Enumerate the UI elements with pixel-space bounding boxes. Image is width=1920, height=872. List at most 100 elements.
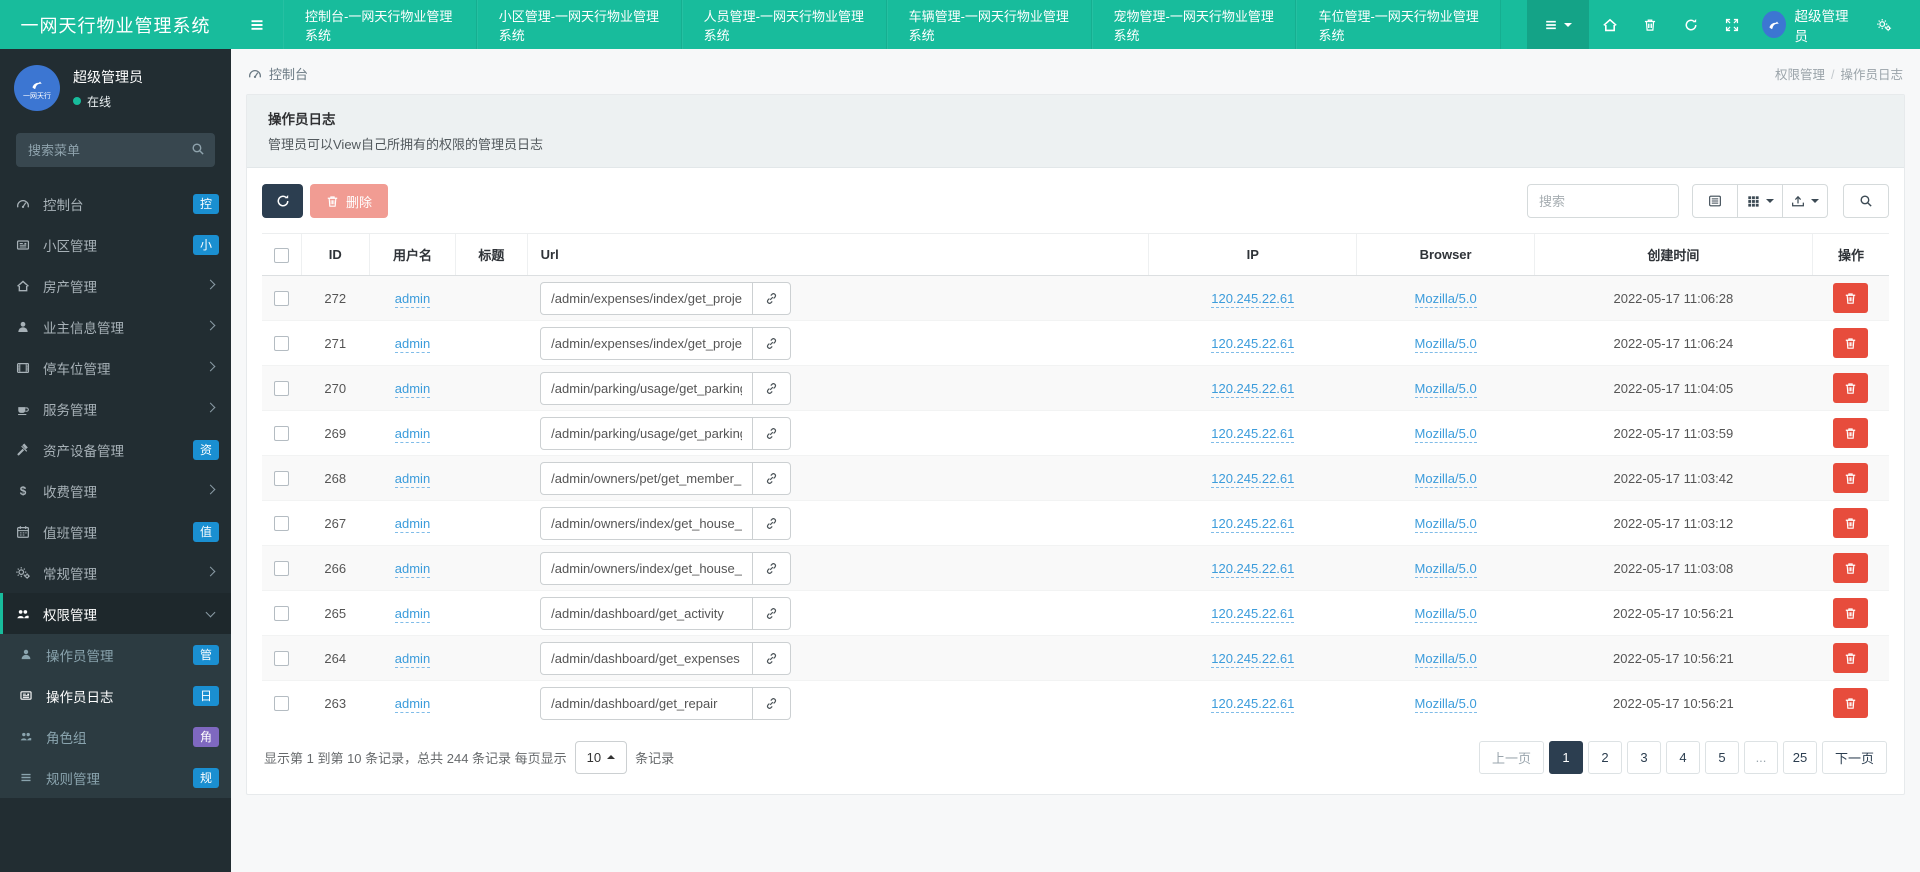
row-checkbox[interactable]: [274, 471, 290, 487]
row-delete-button[interactable]: [1833, 508, 1869, 538]
username-link[interactable]: admin: [394, 425, 431, 443]
browser-link[interactable]: Mozilla/5.0: [1414, 650, 1477, 668]
url-input[interactable]: [540, 551, 754, 585]
open-url-button[interactable]: [752, 326, 792, 360]
open-url-button[interactable]: [752, 551, 792, 585]
sidebar-item-owner-info[interactable]: 业主信息管理: [0, 306, 231, 347]
navbar-tab-parking[interactable]: 车位管理-一网天行物业管理系统: [1296, 0, 1502, 49]
row-checkbox[interactable]: [274, 606, 290, 622]
row-checkbox[interactable]: [274, 651, 290, 667]
browser-link[interactable]: Mozilla/5.0: [1414, 425, 1477, 443]
sidebar-item-operator-log[interactable]: 操作员日志日: [0, 675, 231, 716]
sidebar-item-service[interactable]: 服务管理: [0, 388, 231, 429]
page-size-select[interactable]: 10: [574, 740, 628, 774]
delete-button[interactable]: 删除: [310, 184, 389, 218]
url-input[interactable]: [540, 641, 754, 675]
url-input[interactable]: [540, 686, 754, 720]
browser-link[interactable]: Mozilla/5.0: [1414, 515, 1477, 533]
row-checkbox[interactable]: [274, 336, 290, 352]
page-button-3[interactable]: 3: [1626, 740, 1661, 774]
row-delete-button[interactable]: [1833, 418, 1869, 448]
navbar-tab-personnel[interactable]: 人员管理-一网天行物业管理系统: [681, 0, 887, 49]
columns-button[interactable]: [1737, 184, 1783, 218]
row-checkbox[interactable]: [274, 561, 290, 577]
username-link[interactable]: admin: [394, 560, 431, 578]
browser-link[interactable]: Mozilla/5.0: [1414, 470, 1477, 488]
browser-link[interactable]: Mozilla/5.0: [1414, 290, 1477, 308]
row-delete-button[interactable]: [1833, 283, 1869, 313]
ip-link[interactable]: 120.245.22.61: [1211, 650, 1295, 668]
username-link[interactable]: admin: [394, 290, 431, 308]
settings-button[interactable]: [1863, 0, 1904, 49]
browser-link[interactable]: Mozilla/5.0: [1414, 695, 1477, 713]
sidebar-item-community[interactable]: 小区管理小: [0, 224, 231, 265]
sidebar-item-role-group[interactable]: 角色组角: [0, 716, 231, 757]
url-input[interactable]: [540, 416, 754, 450]
url-input[interactable]: [540, 281, 754, 315]
sidebar-item-fees[interactable]: 收费管理: [0, 470, 231, 511]
username-link[interactable]: admin: [394, 650, 431, 668]
sidebar-item-permissions[interactable]: 权限管理: [0, 593, 231, 634]
search-button[interactable]: [1843, 184, 1889, 218]
browser-link[interactable]: Mozilla/5.0: [1414, 335, 1477, 353]
navbar-tab-pet[interactable]: 宠物管理-一网天行物业管理系统: [1091, 0, 1297, 49]
sidebar-item-operator-management[interactable]: 操作员管理管: [0, 634, 231, 675]
table-search-input[interactable]: [1527, 184, 1679, 218]
sidebar-item-property[interactable]: 房产管理: [0, 265, 231, 306]
ip-link[interactable]: 120.245.22.61: [1211, 605, 1295, 623]
row-delete-button[interactable]: [1833, 553, 1869, 583]
url-input[interactable]: [540, 461, 754, 495]
username-link[interactable]: admin: [394, 515, 431, 533]
username-link[interactable]: admin: [394, 605, 431, 623]
sidebar-item-parking-space[interactable]: 停车位管理: [0, 347, 231, 388]
page-button-5[interactable]: 5: [1704, 740, 1739, 774]
url-input[interactable]: [540, 326, 754, 360]
ip-link[interactable]: 120.245.22.61: [1211, 560, 1295, 578]
username-link[interactable]: admin: [394, 380, 431, 398]
url-input[interactable]: [540, 506, 754, 540]
fullscreen-button[interactable]: [1711, 0, 1752, 49]
ip-link[interactable]: 120.245.22.61: [1211, 425, 1295, 443]
row-delete-button[interactable]: [1833, 463, 1869, 493]
url-input[interactable]: [540, 596, 754, 630]
row-delete-button[interactable]: [1833, 373, 1869, 403]
home-button[interactable]: [1589, 0, 1630, 49]
ip-link[interactable]: 120.245.22.61: [1211, 380, 1295, 398]
ip-link[interactable]: 120.245.22.61: [1211, 290, 1295, 308]
row-checkbox[interactable]: [274, 291, 290, 307]
sidebar-item-rule-management[interactable]: 规则管理规: [0, 757, 231, 798]
username-link[interactable]: admin: [394, 695, 431, 713]
username-link[interactable]: admin: [394, 470, 431, 488]
navbar-tab-community[interactable]: 小区管理-一网天行物业管理系统: [476, 0, 682, 49]
sidebar-toggle-button[interactable]: [231, 0, 283, 49]
row-delete-button[interactable]: [1833, 328, 1869, 358]
page-button-1[interactable]: 1: [1548, 740, 1583, 774]
open-url-button[interactable]: [752, 416, 792, 450]
ip-link[interactable]: 120.245.22.61: [1211, 470, 1295, 488]
refresh-button[interactable]: [262, 184, 303, 218]
row-checkbox[interactable]: [274, 381, 290, 397]
export-button[interactable]: [1782, 184, 1828, 218]
navbar-tab-console[interactable]: 控制台-一网天行物业管理系统: [283, 0, 477, 49]
detail-view-button[interactable]: [1692, 184, 1738, 218]
sidebar-item-assets[interactable]: 资产设备管理资: [0, 429, 231, 470]
row-checkbox[interactable]: [274, 696, 290, 712]
row-checkbox[interactable]: [274, 516, 290, 532]
open-url-button[interactable]: [752, 686, 792, 720]
sidebar-item-general[interactable]: 常规管理: [0, 552, 231, 593]
page-button-2[interactable]: 2: [1587, 740, 1622, 774]
page-button-25[interactable]: 25: [1782, 740, 1817, 774]
row-delete-button[interactable]: [1833, 598, 1869, 628]
breadcrumb-home[interactable]: 控制台: [248, 64, 308, 83]
refresh-page-button[interactable]: [1671, 0, 1712, 49]
browser-link[interactable]: Mozilla/5.0: [1414, 560, 1477, 578]
open-url-button[interactable]: [752, 641, 792, 675]
sidebar-item-console[interactable]: 控制台控: [0, 183, 231, 224]
sidebar-item-duty[interactable]: 值班管理值: [0, 511, 231, 552]
select-all-checkbox[interactable]: [273, 247, 289, 263]
navbar-tab-vehicle[interactable]: 车辆管理-一网天行物业管理系统: [886, 0, 1092, 49]
ip-link[interactable]: 120.245.22.61: [1211, 515, 1295, 533]
browser-link[interactable]: Mozilla/5.0: [1414, 380, 1477, 398]
row-checkbox[interactable]: [274, 426, 290, 442]
browser-link[interactable]: Mozilla/5.0: [1414, 605, 1477, 623]
